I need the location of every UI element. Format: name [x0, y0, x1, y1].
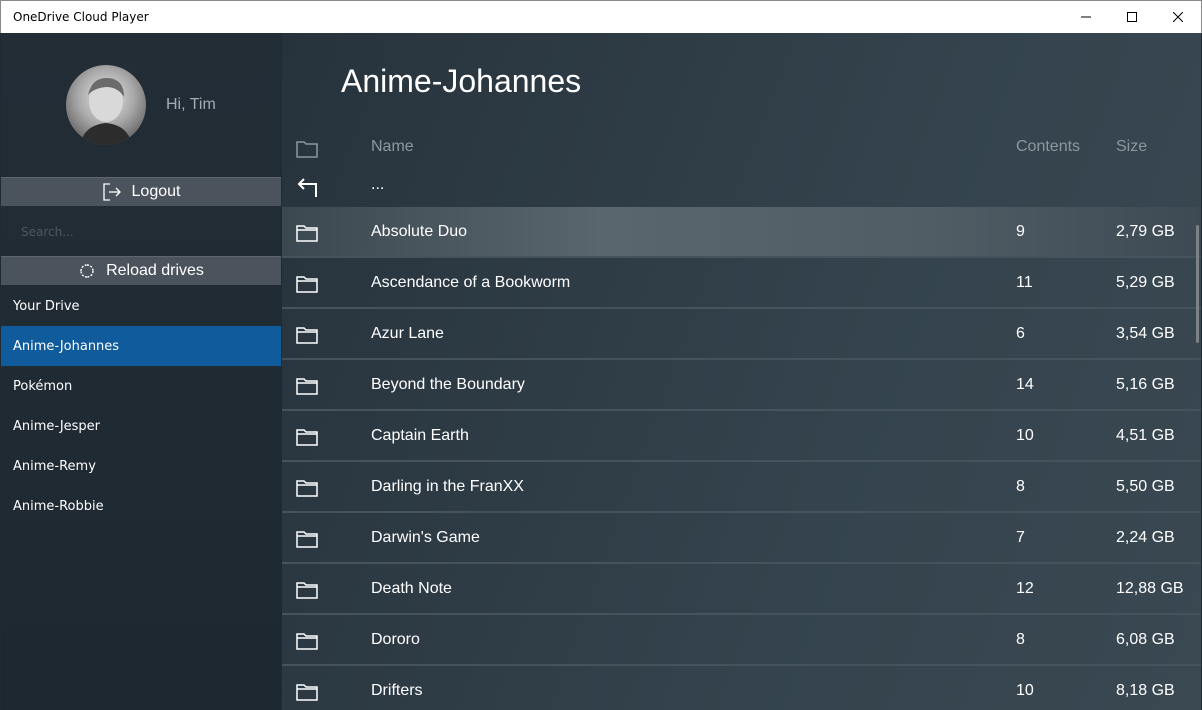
folder-name: Darwin's Game — [371, 529, 480, 546]
folder-contents: 10 — [1016, 427, 1034, 444]
avatar — [66, 65, 146, 145]
folder-size: 5,29 GB — [1116, 274, 1175, 291]
parent-folder-label: ... — [371, 176, 385, 193]
folder-contents: 6 — [1016, 325, 1025, 342]
folder-icon — [296, 479, 318, 502]
folder-size: 2,24 GB — [1116, 529, 1175, 546]
folder-row[interactable]: Absolute Duo 9 2,79 GB — [282, 207, 1201, 258]
logout-label: Logout — [131, 183, 181, 200]
folder-icon — [296, 275, 318, 298]
logout-icon — [102, 183, 121, 201]
scrollbar-thumb[interactable] — [1196, 225, 1199, 343]
drive-item-label: Anime-Jesper — [13, 418, 101, 434]
drive-item-label: Anime-Johannes — [13, 338, 120, 354]
drive-item-label: Anime-Remy — [13, 458, 96, 474]
column-header-contents[interactable]: Contents — [1016, 138, 1080, 156]
folder-size: 12,88 GB — [1116, 580, 1184, 597]
folder-row[interactable]: Captain Earth 10 4,51 GB — [282, 411, 1201, 462]
folder-size: 5,16 GB — [1116, 376, 1175, 393]
parent-folder-row[interactable]: ... — [282, 170, 1201, 206]
folder-icon — [296, 632, 318, 655]
drive-item-label: Your Drive — [13, 298, 80, 314]
folder-contents: 8 — [1016, 631, 1025, 648]
close-button[interactable] — [1155, 1, 1201, 33]
back-arrow-icon — [296, 176, 318, 203]
column-header-size[interactable]: Size — [1116, 138, 1147, 156]
folder-size: 4,51 GB — [1116, 427, 1175, 444]
folder-row[interactable]: Ascendance of a Bookworm 11 5,29 GB — [282, 258, 1201, 309]
folder-contents: 10 — [1016, 682, 1034, 699]
table-header: Name Contents Size — [282, 128, 1201, 166]
folder-icon — [296, 581, 318, 604]
folder-contents: 9 — [1016, 223, 1025, 240]
page-title: Anime-Johannes — [341, 63, 582, 99]
folder-size: 8,18 GB — [1116, 682, 1175, 699]
close-icon — [1173, 12, 1183, 22]
folder-row[interactable]: Death Note 12 12,88 GB — [282, 564, 1201, 615]
column-header-name[interactable]: Name — [371, 138, 414, 156]
logout-button[interactable]: Logout — [1, 177, 281, 206]
folder-name: Absolute Duo — [371, 223, 468, 240]
folder-name: Azur Lane — [371, 325, 444, 342]
drive-item-anime-johannes[interactable]: Anime-Johannes — [1, 326, 281, 366]
folder-name: Death Note — [371, 580, 452, 597]
drive-item-pokemon[interactable]: Pokémon — [1, 366, 281, 406]
folder-name: Darling in the FranXX — [371, 478, 524, 495]
maximize-button[interactable] — [1109, 1, 1155, 33]
drive-item-anime-jesper[interactable]: Anime-Jesper — [1, 406, 281, 446]
greeting-text: Hi, Tim — [166, 96, 216, 113]
drive-item-label: Anime-Robbie — [13, 498, 104, 514]
folder-contents: 11 — [1016, 274, 1033, 291]
folder-name: Ascendance of a Bookworm — [371, 274, 571, 291]
folder-list: Absolute Duo 9 2,79 GB Ascendance of a B… — [282, 207, 1201, 710]
folder-size: 6,08 GB — [1116, 631, 1175, 648]
folder-name: Dororo — [371, 631, 420, 648]
minimize-button[interactable] — [1063, 1, 1109, 33]
folder-icon — [296, 224, 318, 247]
folder-row[interactable]: Darling in the FranXX 8 5,50 GB — [282, 462, 1201, 513]
folder-row[interactable]: Dororo 8 6,08 GB — [282, 615, 1201, 666]
folder-contents: 14 — [1016, 376, 1034, 393]
profile-section: Hi, Tim — [1, 33, 281, 176]
reload-drives-button[interactable]: Reload drives — [1, 256, 281, 285]
sidebar: Hi, Tim Logout Reload drives Your Drive … — [1, 33, 281, 710]
reload-icon — [80, 264, 94, 278]
folder-row[interactable]: Azur Lane 6 3,54 GB — [282, 309, 1201, 360]
avatar-image — [80, 77, 132, 145]
drive-item-anime-robbie[interactable]: Anime-Robbie — [1, 486, 281, 526]
main-panel: Anime-Johannes Name Contents Size ... Ab… — [282, 33, 1201, 710]
folder-icon — [296, 140, 318, 163]
maximize-icon — [1127, 12, 1137, 22]
reload-label: Reload drives — [106, 262, 204, 279]
search-input[interactable] — [1, 213, 281, 251]
folder-icon — [296, 530, 318, 553]
folder-name: Beyond the Boundary — [371, 376, 525, 393]
folder-size: 5,50 GB — [1116, 478, 1175, 495]
folder-row[interactable]: Beyond the Boundary 14 5,16 GB — [282, 360, 1201, 411]
folder-size: 2,79 GB — [1116, 223, 1175, 240]
window-title: OneDrive Cloud Player — [13, 10, 149, 24]
folder-row[interactable]: Darwin's Game 7 2,24 GB — [282, 513, 1201, 564]
folder-icon — [296, 377, 318, 400]
drive-item-label: Pokémon — [13, 378, 73, 394]
folder-size: 3,54 GB — [1116, 325, 1175, 342]
folder-icon — [296, 428, 318, 451]
folder-icon — [296, 683, 318, 706]
drive-list: Your Drive Anime-Johannes Pokémon Anime-… — [1, 286, 281, 526]
drive-item-your-drive[interactable]: Your Drive — [1, 286, 281, 326]
title-bar: OneDrive Cloud Player — [0, 0, 1202, 33]
folder-name: Drifters — [371, 682, 423, 699]
drive-item-anime-remy[interactable]: Anime-Remy — [1, 446, 281, 486]
folder-contents: 7 — [1016, 529, 1025, 546]
folder-icon — [296, 326, 318, 349]
folder-contents: 12 — [1016, 580, 1034, 597]
minimize-icon — [1081, 16, 1091, 18]
folder-contents: 8 — [1016, 478, 1025, 495]
folder-row[interactable]: Drifters 10 8,18 GB — [282, 666, 1201, 710]
folder-name: Captain Earth — [371, 427, 469, 444]
